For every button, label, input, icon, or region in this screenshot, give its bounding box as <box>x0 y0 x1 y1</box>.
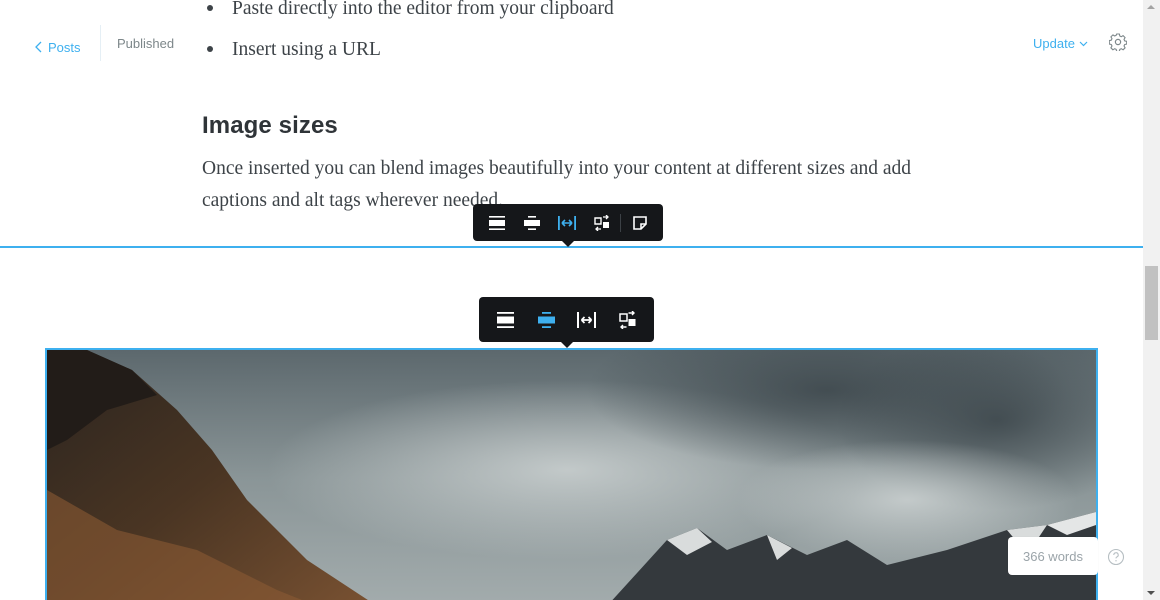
list-item: Insert using a URL <box>202 31 614 72</box>
replace-image-button[interactable] <box>607 297 648 342</box>
list-item-text: Insert using a URL <box>232 39 381 60</box>
image-regular-width-icon <box>496 311 514 328</box>
update-button-label: Update <box>1033 36 1075 51</box>
header-divider <box>100 25 101 61</box>
help-button[interactable] <box>1107 548 1125 571</box>
image-regular-width-button[interactable] <box>479 204 514 241</box>
image-regular-width-button[interactable] <box>485 297 526 342</box>
settings-button[interactable] <box>1108 33 1128 56</box>
chevron-down-icon <box>1079 41 1088 46</box>
back-to-posts[interactable]: Posts <box>35 34 81 60</box>
bullet-list: Paste directly into the editor from your… <box>202 0 614 72</box>
toolbar-separator <box>620 213 622 232</box>
gear-icon <box>1108 33 1128 52</box>
posts-link-label: Posts <box>48 39 81 55</box>
section-heading: Image sizes <box>202 112 338 139</box>
update-button[interactable]: Update <box>1033 36 1088 51</box>
image-full-width-icon <box>557 215 576 230</box>
help-icon <box>1107 548 1125 566</box>
scroll-up-icon[interactable] <box>1147 5 1155 9</box>
word-count: 366 words <box>1008 537 1098 575</box>
chevron-left-icon <box>35 41 42 53</box>
card-toolbar <box>473 204 663 247</box>
snippet-icon <box>632 215 647 230</box>
replace-image-icon <box>619 310 636 329</box>
post-status: Published <box>117 36 175 51</box>
vertical-scrollbar[interactable] <box>1143 0 1160 600</box>
image-full-width-icon <box>577 311 597 328</box>
landscape-image <box>47 350 1096 600</box>
image-card[interactable] <box>45 348 1098 600</box>
image-full-width-button[interactable] <box>567 297 608 342</box>
bullet-icon <box>207 46 213 52</box>
scrollbar-thumb[interactable] <box>1145 266 1158 340</box>
replace-image-icon <box>593 214 609 231</box>
replace-image-button[interactable] <box>584 204 619 241</box>
bullet-icon <box>207 5 213 11</box>
toolbar-arrow <box>562 241 574 247</box>
image-wide-width-icon <box>523 215 540 230</box>
image-full-width-button[interactable] <box>549 204 584 241</box>
image-wide-width-button[interactable] <box>514 204 549 241</box>
scroll-down-icon[interactable] <box>1147 591 1155 595</box>
image-wide-width-icon <box>537 311 555 328</box>
list-item: Paste directly into the editor from your… <box>202 0 614 31</box>
image-toolbar <box>479 297 654 348</box>
image-regular-width-icon <box>488 215 505 230</box>
editor-canvas[interactable]: Paste directly into the editor from your… <box>0 0 1143 600</box>
snippet-button[interactable] <box>622 204 657 241</box>
list-item-text: Paste directly into the editor from your… <box>232 0 614 19</box>
image-wide-width-button[interactable] <box>526 297 567 342</box>
